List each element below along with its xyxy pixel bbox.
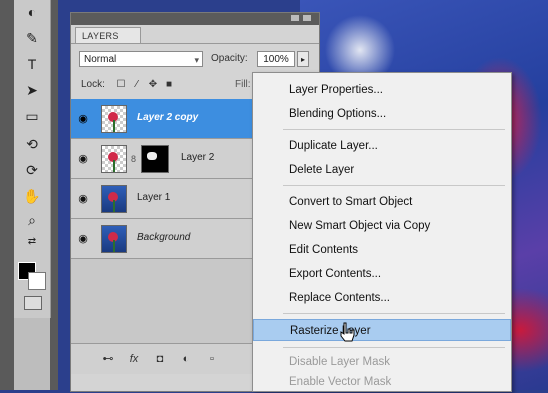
fill-label: Fill:: [235, 79, 251, 90]
mouse-cursor-icon: [340, 322, 355, 342]
menu-item-replace-contents[interactable]: Replace Contents...: [253, 287, 511, 309]
toolbar: ◐ ✎ T ➤ ▭ ⟲ ⟳ ✋ ⌕ ⇄: [14, 0, 51, 318]
type-tool-icon[interactable]: T: [22, 54, 42, 74]
fx-icon[interactable]: fx: [127, 352, 141, 366]
layer-name: Layer 1: [137, 192, 171, 203]
adjustment-layer-icon[interactable]: ◐: [179, 352, 193, 366]
menu-item-disable-layer-mask: Disable Layer Mask: [289, 356, 390, 368]
layer-name: Layer 2 copy: [137, 112, 199, 123]
stem-mark: [113, 160, 115, 172]
background-color-swatch[interactable]: [28, 272, 46, 290]
tools-panel: ◐ ✎ T ➤ ▭ ⟲ ⟳ ✋ ⌕ ⇄: [0, 0, 58, 390]
stem-mark: [113, 120, 115, 132]
lock-position-icon[interactable]: ✥: [147, 79, 159, 91]
layer-thumbnail: [101, 185, 127, 213]
lock-all-icon[interactable]: ■: [163, 79, 175, 91]
eye-icon[interactable]: ◉: [75, 111, 91, 127]
link-icon[interactable]: 8: [131, 154, 136, 164]
layer-name: Background: [137, 232, 191, 243]
zoom-tool-icon[interactable]: ⌕: [22, 210, 42, 230]
context-menu: Layer Properties... Blending Options... …: [252, 72, 512, 392]
path-selection-icon[interactable]: ➤: [22, 80, 42, 100]
eye-icon[interactable]: ◉: [75, 191, 91, 207]
tools-lower-area: [14, 318, 50, 390]
opacity-input[interactable]: 100%: [257, 51, 295, 67]
lock-label: Lock:: [81, 79, 105, 90]
menu-item-new-smart-object-via-copy[interactable]: New Smart Object via Copy: [253, 215, 511, 237]
tab-divider: [71, 43, 319, 44]
layer-mask-thumbnail[interactable]: [141, 145, 169, 173]
collapse-icon[interactable]: [291, 15, 299, 21]
blend-mode-select[interactable]: Normal ▾: [79, 51, 203, 67]
3d-orbit-icon[interactable]: ⟳: [22, 160, 42, 180]
layer-thumbnail: [101, 145, 127, 173]
close-panel-icon[interactable]: [303, 15, 311, 21]
opacity-slider-button[interactable]: ▸: [297, 51, 309, 67]
add-mask-icon[interactable]: ◘: [153, 352, 167, 366]
new-group-icon[interactable]: ▫: [205, 352, 219, 366]
opacity-label: Opacity:: [211, 53, 248, 64]
menu-item-edit-contents[interactable]: Edit Contents: [253, 239, 511, 261]
menu-separator: [283, 313, 505, 314]
menu-item-blending-options[interactable]: Blending Options...: [253, 103, 511, 125]
menu-separator: [283, 129, 505, 130]
lock-image-icon[interactable]: ⁄: [131, 79, 143, 91]
mask-spot: [147, 152, 157, 160]
layer-thumbnail: [101, 105, 127, 133]
eye-icon[interactable]: ◉: [75, 231, 91, 247]
hand-tool-icon[interactable]: ✋: [22, 186, 42, 206]
quick-mask-icon[interactable]: [24, 296, 42, 310]
menu-item-rasterize-layer[interactable]: Rasterize Layer: [253, 319, 511, 341]
spot-healing-icon[interactable]: ◐: [22, 2, 42, 22]
tab-layers[interactable]: LAYERS: [75, 27, 141, 44]
eye-icon[interactable]: ◉: [75, 151, 91, 167]
menu-separator: [283, 185, 505, 186]
menu-item-delete-layer[interactable]: Delete Layer: [253, 159, 511, 181]
menu-item-convert-smart-object[interactable]: Convert to Smart Object: [253, 191, 511, 213]
stem-mark: [113, 240, 115, 252]
rectangle-tool-icon[interactable]: ▭: [22, 106, 42, 126]
menu-item-duplicate-layer[interactable]: Duplicate Layer...: [253, 135, 511, 157]
panel-title-bar[interactable]: [71, 13, 319, 25]
blend-mode-value: Normal: [84, 54, 117, 65]
menu-separator: [283, 347, 505, 348]
menu-item-layer-properties[interactable]: Layer Properties...: [253, 79, 511, 101]
layer-thumbnail: [101, 225, 127, 253]
swap-colors-icon[interactable]: ⇄: [22, 232, 42, 252]
lock-transparent-icon[interactable]: ☐: [115, 79, 127, 91]
chevron-down-icon: ▾: [194, 55, 199, 65]
layer-name: Layer 2: [181, 152, 215, 163]
3d-rotate-icon[interactable]: ⟲: [22, 134, 42, 154]
link-layers-icon[interactable]: ⊷: [101, 352, 115, 366]
stem-mark: [113, 200, 115, 212]
brush-icon[interactable]: ✎: [22, 28, 42, 48]
menu-item-export-contents[interactable]: Export Contents...: [253, 263, 511, 285]
